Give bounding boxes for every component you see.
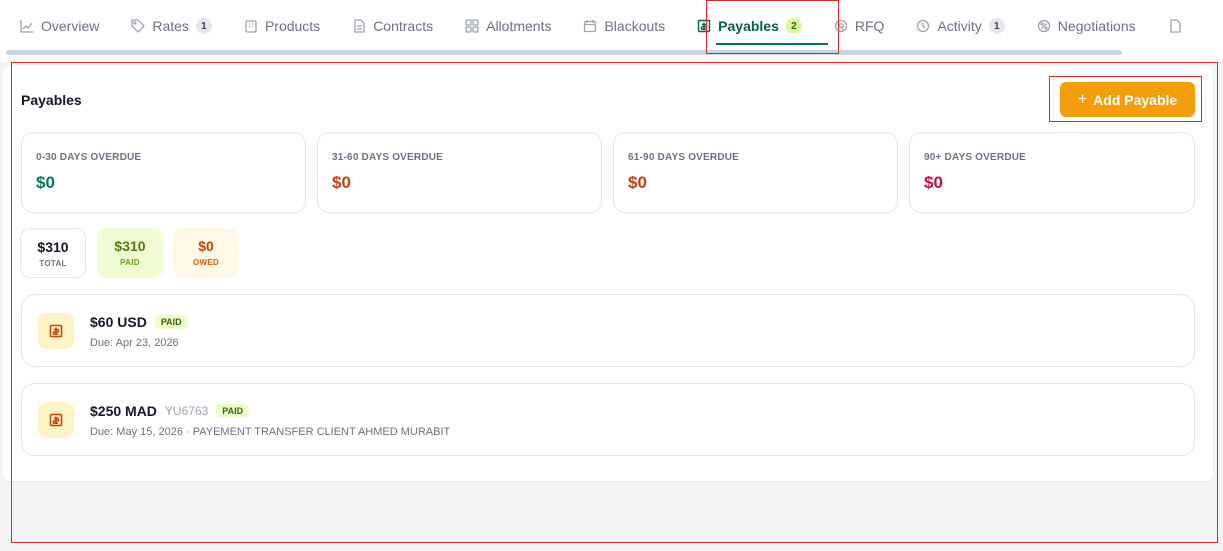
tab-rfq[interactable]: RFQ bbox=[834, 14, 885, 38]
tab-count-badge: 1 bbox=[988, 18, 1005, 34]
grid-icon bbox=[465, 19, 479, 33]
clock-icon bbox=[916, 19, 930, 33]
tab-blackouts[interactable]: Blackouts bbox=[583, 14, 665, 38]
tab-negotiations[interactable]: Negotiations bbox=[1037, 14, 1136, 38]
tag-icon bbox=[131, 19, 146, 33]
tab-label: RFQ bbox=[854, 18, 885, 34]
tab-label: Overview bbox=[41, 18, 100, 34]
tab-label: Blackouts bbox=[604, 18, 666, 34]
calendar-icon bbox=[583, 19, 597, 33]
chart-line-icon bbox=[20, 19, 34, 33]
document-icon bbox=[1168, 19, 1182, 33]
tab-rates[interactable]: Rates 1 bbox=[131, 14, 212, 38]
tab-scrollbar[interactable] bbox=[6, 50, 1122, 55]
tab-label: Activity bbox=[937, 18, 982, 34]
tab-bar: Overview Rates 1 Products Contracts Allo… bbox=[0, 0, 1223, 55]
active-tab-highlight bbox=[706, 0, 839, 54]
section-highlight bbox=[11, 62, 1218, 543]
tab-allotments[interactable]: Allotments bbox=[465, 14, 551, 38]
tab-label: Contracts bbox=[373, 18, 434, 34]
tab-activity[interactable]: Activity 1 bbox=[916, 14, 1005, 38]
tab-contracts[interactable]: Contracts bbox=[352, 14, 433, 38]
tab-list: Overview Rates 1 Products Contracts Allo… bbox=[20, 14, 1214, 38]
tab-label: Products bbox=[264, 18, 321, 34]
tab-label: Rates bbox=[152, 18, 189, 34]
tab-label: Allotments bbox=[486, 18, 552, 34]
document-icon bbox=[352, 19, 366, 33]
percent-icon bbox=[1037, 19, 1051, 33]
tab-more[interactable] bbox=[1168, 14, 1182, 38]
building-icon bbox=[244, 19, 258, 33]
tab-overview[interactable]: Overview bbox=[20, 14, 99, 38]
payables-page: Overview Rates 1 Products Contracts Allo… bbox=[0, 0, 1223, 551]
tab-products[interactable]: Products bbox=[244, 14, 320, 38]
tab-count-badge: 1 bbox=[195, 18, 212, 34]
tab-label: Negotiations bbox=[1057, 18, 1136, 34]
